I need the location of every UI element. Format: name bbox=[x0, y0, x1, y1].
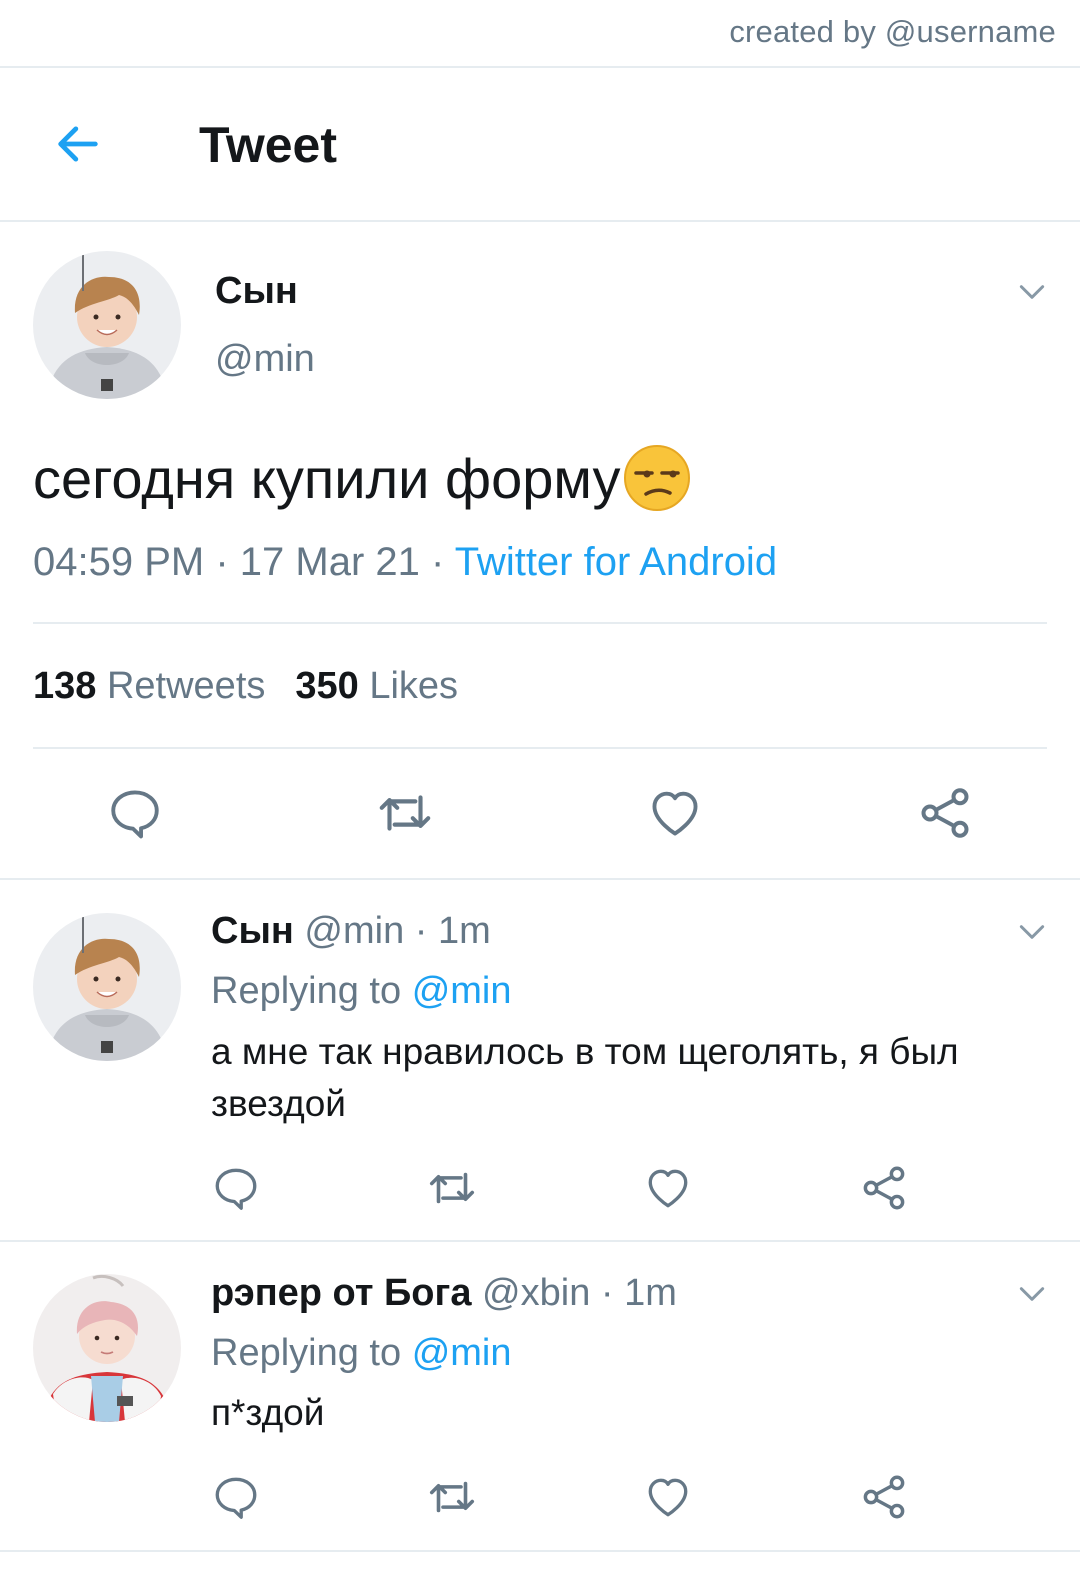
retweet-button[interactable] bbox=[422, 1158, 482, 1218]
creator-credit: created by @username bbox=[729, 14, 1056, 49]
replying-mention-link[interactable]: @min bbox=[412, 1332, 512, 1374]
replying-label: Replying to bbox=[211, 1332, 402, 1374]
top-bar: Tweet bbox=[0, 68, 1080, 220]
retweets-label: Retweets bbox=[106, 665, 266, 707]
reply-button[interactable] bbox=[206, 1158, 266, 1218]
avatar[interactable] bbox=[33, 913, 181, 1061]
retweets-count: 138 bbox=[33, 665, 97, 707]
retweet-icon bbox=[379, 795, 431, 831]
replying-to: Replying to @min bbox=[211, 1332, 512, 1375]
retweet-icon bbox=[429, 1481, 475, 1513]
like-button[interactable] bbox=[640, 778, 710, 848]
divider bbox=[0, 878, 1080, 880]
divider bbox=[33, 747, 1047, 749]
like-button[interactable] bbox=[638, 1467, 698, 1527]
share-icon bbox=[863, 1475, 905, 1519]
meta-separator: · bbox=[590, 1272, 625, 1314]
retweet-button[interactable] bbox=[370, 778, 440, 848]
reply-time: 1m bbox=[438, 910, 491, 952]
reply-author-handle[interactable]: @xbin bbox=[482, 1272, 590, 1314]
reply-header: Сын @min · 1m bbox=[211, 910, 491, 953]
avatar-image bbox=[33, 913, 181, 1061]
likes-stat[interactable]: 350 Likes bbox=[295, 665, 458, 707]
divider bbox=[0, 1240, 1080, 1242]
chevron-down-icon bbox=[1019, 925, 1045, 939]
share-button[interactable] bbox=[910, 778, 980, 848]
retweet-icon bbox=[429, 1172, 475, 1204]
page-title: Tweet bbox=[199, 117, 337, 173]
share-icon bbox=[921, 788, 969, 838]
replying-mention-link[interactable]: @min bbox=[412, 970, 512, 1012]
like-button[interactable] bbox=[638, 1158, 698, 1218]
unamused-face-icon bbox=[624, 445, 691, 511]
reply-time: 1m bbox=[624, 1272, 677, 1314]
more-options-button[interactable] bbox=[1012, 1274, 1052, 1314]
share-icon bbox=[863, 1166, 905, 1210]
share-button[interactable] bbox=[854, 1158, 914, 1218]
divider bbox=[0, 1550, 1080, 1552]
chevron-down-icon bbox=[1019, 1287, 1045, 1301]
tweet-date: 17 Mar 21 bbox=[239, 540, 420, 584]
more-options-button[interactable] bbox=[1012, 272, 1052, 312]
heart-icon bbox=[652, 791, 698, 836]
divider bbox=[0, 220, 1080, 222]
author-handle[interactable]: @min bbox=[215, 338, 315, 381]
tweet-screen: created by @username Tweet Сын @min сего… bbox=[0, 0, 1080, 1570]
reply-author-name[interactable]: Сын bbox=[211, 910, 294, 952]
chevron-down-icon bbox=[1019, 285, 1045, 299]
reply-text: п*здой bbox=[211, 1392, 325, 1433]
comment-icon bbox=[215, 1477, 257, 1519]
back-button[interactable] bbox=[48, 114, 108, 174]
reply-header: рэпер от Бога @xbin · 1m bbox=[211, 1272, 677, 1315]
tweet-meta: 04:59 PM · 17 Mar 21 · Twitter for Andro… bbox=[33, 540, 777, 585]
tweet-text: сегодня купили форму bbox=[33, 443, 692, 513]
tweet-text-content: сегодня купили форму bbox=[33, 446, 621, 510]
comment-icon bbox=[111, 790, 159, 839]
comment-icon bbox=[215, 1168, 257, 1210]
avatar[interactable] bbox=[33, 1274, 181, 1422]
retweet-button[interactable] bbox=[422, 1467, 482, 1527]
meta-separator: · bbox=[419, 540, 455, 584]
avatar-image bbox=[33, 251, 181, 399]
heart-icon bbox=[648, 1478, 688, 1517]
divider bbox=[33, 622, 1047, 624]
likes-label: Likes bbox=[369, 665, 459, 707]
more-options-button[interactable] bbox=[1012, 912, 1052, 952]
reply-text: а мне так нравилось в том щеголять, я бы… bbox=[211, 1031, 959, 1124]
avatar-image bbox=[33, 1274, 181, 1422]
tweet-source-link[interactable]: Twitter for Android bbox=[455, 540, 777, 584]
reply-button[interactable] bbox=[206, 1467, 266, 1527]
author-name[interactable]: Сын bbox=[215, 270, 298, 313]
replying-label: Replying to bbox=[211, 970, 402, 1012]
avatar[interactable] bbox=[33, 251, 181, 399]
meta-separator: · bbox=[204, 540, 240, 584]
replying-to: Replying to @min bbox=[211, 970, 512, 1013]
heart-icon bbox=[648, 1169, 688, 1208]
retweets-stat[interactable]: 138 Retweets bbox=[33, 665, 265, 707]
reply-author-name[interactable]: рэпер от Бога bbox=[211, 1272, 471, 1314]
arrow-left-icon bbox=[58, 126, 98, 162]
reply-button[interactable] bbox=[100, 778, 170, 848]
share-button[interactable] bbox=[854, 1467, 914, 1527]
tweet-time: 04:59 PM bbox=[33, 540, 205, 584]
tweet-stats: 138 Retweets 350 Likes bbox=[33, 665, 458, 708]
likes-count: 350 bbox=[295, 665, 359, 707]
reply-author-handle[interactable]: @min bbox=[304, 910, 404, 952]
meta-separator: · bbox=[404, 910, 439, 952]
